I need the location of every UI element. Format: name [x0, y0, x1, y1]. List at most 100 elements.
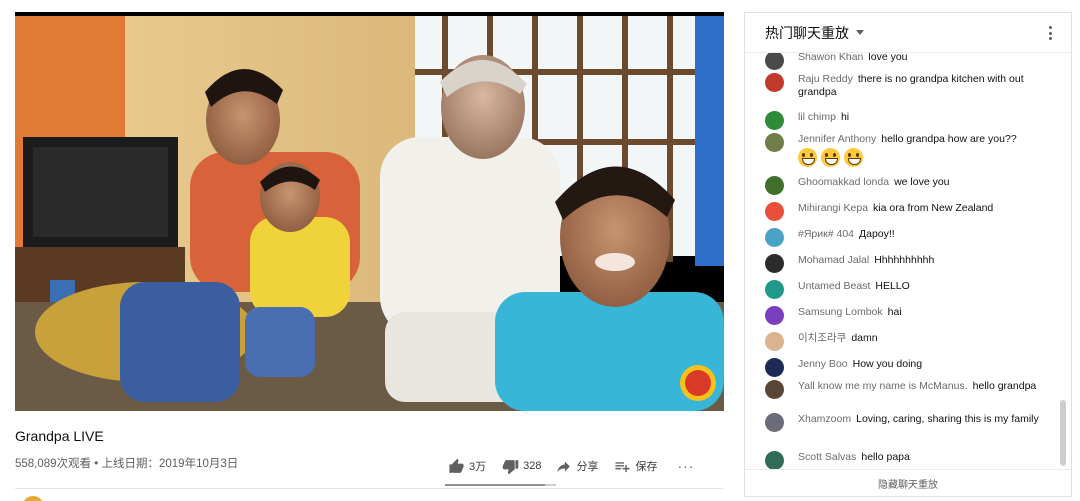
chat-mode-dropdown[interactable]: 热门聊天重放	[765, 23, 849, 43]
video-meta: 558,089次观看 • 上线日期：2019年10月3日	[15, 455, 238, 471]
chat-message[interactable]: Jennifer Anthony hello grandpa how are yo…	[765, 133, 1055, 167]
author-avatar[interactable]	[765, 451, 784, 470]
like-button[interactable]: 3万	[448, 458, 486, 475]
message-body: Raju Reddy there is no grandpa kitchen wi…	[798, 73, 1055, 99]
channel-avatar[interactable]	[22, 496, 44, 501]
message-body: Yall know me my name is McManus. hello gr…	[798, 380, 1055, 393]
message-body: Scott Salvas hello papa	[798, 451, 1055, 464]
author-avatar[interactable]	[765, 413, 784, 432]
chat-header: 热门聊天重放	[745, 13, 1071, 53]
chat-message[interactable]: Samsung Lombok hai	[765, 306, 1055, 325]
author-name[interactable]: Shawon Khan	[798, 53, 863, 63]
chat-message[interactable]: Yall know me my name is McManus. hello gr…	[765, 380, 1055, 399]
author-name[interactable]: Ghoomakkad londa	[798, 176, 889, 188]
view-count: 558,089次观看	[15, 458, 92, 470]
message-text: HELLO	[875, 280, 910, 292]
message-text: kia ora from New Zealand	[873, 202, 994, 214]
author-avatar[interactable]	[765, 53, 784, 70]
video-player[interactable]	[15, 12, 724, 411]
author-avatar[interactable]	[765, 228, 784, 247]
hide-chat-label: 隐藏聊天重放	[878, 479, 938, 491]
more-dots-icon: ···	[677, 458, 695, 474]
chat-message[interactable]: Ghoomakkad londa we love you	[765, 176, 1055, 195]
author-name[interactable]: Mihirangi Kepa	[798, 202, 868, 214]
video-actions: 3万 328 分享 保存 ···	[448, 456, 694, 476]
scrollbar-thumb[interactable]	[1060, 400, 1066, 466]
author-avatar[interactable]	[765, 358, 784, 377]
share-button[interactable]: 分享	[555, 458, 598, 475]
live-chat-replay-panel: 热门聊天重放 Shawon Khan love you Raju Reddy ther…	[744, 12, 1072, 497]
author-name[interactable]: Mohamad Jalal	[798, 254, 869, 266]
chat-message[interactable]: Raju Reddy there is no grandpa kitchen wi…	[765, 73, 1055, 99]
emoji-row	[798, 148, 1055, 167]
author-name[interactable]: Jennifer Anthony	[798, 133, 876, 145]
message-text: love you	[868, 53, 908, 63]
share-label: 分享	[576, 461, 599, 473]
author-avatar[interactable]	[765, 254, 784, 273]
author-name[interactable]: Scott Salvas	[798, 451, 856, 463]
author-name[interactable]: 이치조라쿠	[798, 332, 846, 344]
message-text: hello grandpa	[972, 380, 1037, 392]
author-name[interactable]: lil chimp	[798, 111, 836, 123]
message-text: damn	[851, 332, 878, 344]
upload-date: 上线日期：2019年10月3日	[101, 458, 239, 470]
video-title: Grandpa LIVE	[15, 428, 104, 444]
author-name[interactable]: #Ярик# 404	[798, 228, 854, 240]
chat-message[interactable]: lil chimp hi	[765, 111, 1055, 130]
chat-message[interactable]: Xhamzoom Loving, caring, sharing this is …	[765, 413, 1055, 432]
author-name[interactable]: Yall know me my name is McManus.	[798, 380, 968, 392]
message-text: How you doing	[852, 358, 923, 370]
author-avatar[interactable]	[765, 176, 784, 195]
author-avatar[interactable]	[765, 306, 784, 325]
divider	[15, 488, 724, 489]
save-button[interactable]: 保存	[614, 458, 657, 475]
dislike-count: 328	[523, 460, 542, 472]
message-text: hello grandpa how are you??	[881, 133, 1017, 145]
dislike-button[interactable]: 328	[502, 458, 541, 475]
author-name[interactable]: Raju Reddy	[798, 73, 853, 85]
author-name[interactable]: Samsung Lombok	[798, 306, 883, 318]
chat-message[interactable]: Shawon Khan love you	[765, 53, 1055, 70]
chat-message[interactable]: 이치조라쿠 damn	[765, 332, 1055, 351]
thumbs-up-icon	[449, 458, 464, 473]
more-actions-button[interactable]: ···	[677, 458, 694, 474]
author-name[interactable]: Xhamzoom	[798, 413, 851, 425]
message-text: hai	[887, 306, 902, 318]
message-text: we love you	[894, 176, 950, 188]
share-arrow-icon	[557, 461, 571, 472]
like-ratio-bar	[445, 484, 556, 486]
like-count: 3万	[469, 461, 487, 473]
chat-message[interactable]: #Ярик# 404 Дарoу!!	[765, 228, 1055, 247]
chat-message[interactable]: Scott Salvas hello papa	[765, 451, 1055, 470]
dot-icon	[1049, 31, 1052, 35]
chat-message[interactable]: Jenny Boo How you doing	[765, 358, 1055, 377]
author-name[interactable]: Jenny Boo	[798, 358, 848, 370]
message-text: hello papa	[861, 451, 910, 463]
author-avatar[interactable]	[765, 280, 784, 299]
chat-more-options-button[interactable]	[1049, 26, 1053, 40]
author-name[interactable]: Untamed Beast	[798, 280, 870, 292]
hide-chat-replay-button[interactable]: 隐藏聊天重放	[745, 469, 1071, 496]
message-text: Loving, caring, sharing this is my famil…	[856, 413, 1039, 425]
author-avatar[interactable]	[765, 73, 784, 92]
author-avatar[interactable]	[765, 332, 784, 351]
video-frame-thumbnail	[15, 12, 724, 411]
chat-message[interactable]: Mihirangi Kepa kia ora from New Zealand	[765, 202, 1055, 221]
chat-scrollbar[interactable]	[1059, 55, 1067, 469]
message-body: Shawon Khan love you	[798, 53, 1055, 64]
author-avatar[interactable]	[765, 380, 784, 399]
grinning-emoji	[844, 148, 863, 167]
caret-down-icon[interactable]	[856, 30, 864, 35]
chat-message[interactable]: Untamed Beast HELLO	[765, 280, 1055, 299]
author-avatar[interactable]	[765, 133, 784, 152]
dot-icon	[1049, 26, 1052, 29]
like-ratio-fill	[445, 484, 545, 486]
author-avatar[interactable]	[765, 202, 784, 221]
message-body: Jenny Boo How you doing	[798, 358, 1055, 371]
message-body: Xhamzoom Loving, caring, sharing this is …	[798, 413, 1055, 426]
chat-message[interactable]: Mohamad Jalal Hhhhhhhhhh	[765, 254, 1055, 273]
message-body: Untamed Beast HELLO	[798, 280, 1055, 293]
chat-message-list[interactable]: Shawon Khan love you Raju Reddy there is no…	[745, 53, 1059, 471]
grinning-emoji	[798, 148, 817, 167]
author-avatar[interactable]	[765, 111, 784, 130]
